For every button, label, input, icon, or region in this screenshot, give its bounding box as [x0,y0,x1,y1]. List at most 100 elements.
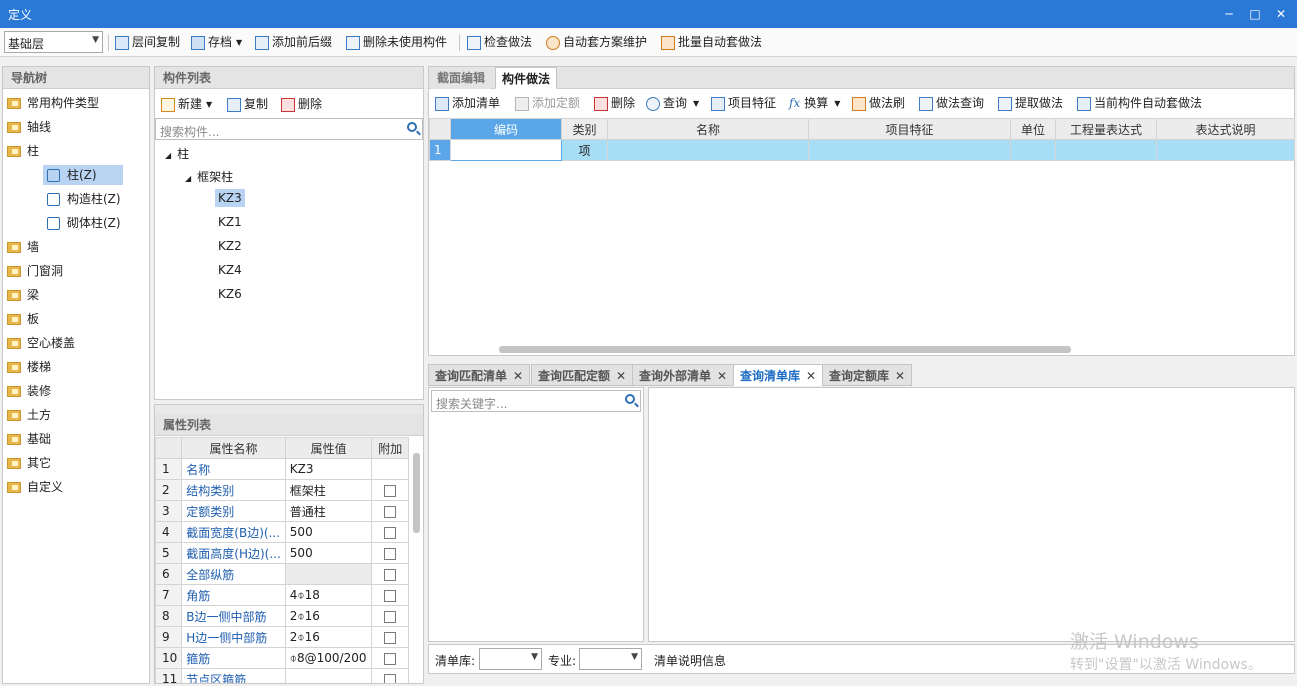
auto-apply-current-button[interactable]: 当前构件自动套做法 [1077,93,1202,114]
nav-item-hollow-floor[interactable]: 空心楼盖 [7,333,75,353]
auto-scheme-maintain-button[interactable]: 自动套方案维护 [546,32,647,53]
query-button[interactable]: 查询 ▼ [646,93,699,114]
nav-subitem-column[interactable]: 柱(Z) [43,165,123,185]
close-icon[interactable]: ✕ [895,369,905,383]
type-cell[interactable]: 项 [561,139,608,161]
property-row[interactable]: 10 箍筋 ⌽8@100/200 [155,647,409,669]
tab-quota-library[interactable]: 查询定额库 ✕ [822,364,913,386]
extra-checkbox[interactable] [384,526,397,539]
prop-value[interactable]: 4⌽18 [284,584,373,606]
add-bill-button[interactable]: 添加清单 [435,93,500,114]
item-feature-button[interactable]: 项目特征 [711,93,776,114]
close-icon[interactable]: ✕ [806,369,816,383]
property-row[interactable]: 8 B边一侧中部筋 2⌽16 [155,605,409,627]
delete-unused-button[interactable]: 删除未使用构件 [346,32,447,53]
extra-checkbox[interactable] [384,505,397,518]
copy-between-floors-button[interactable]: 层间复制 [115,32,180,53]
nav-item-common[interactable]: 常用构件类型 [7,93,99,113]
nav-item-stairs[interactable]: 楼梯 [7,357,51,377]
nav-subitem-masonry-column[interactable]: 砌体柱(Z) [47,213,121,233]
extra-checkbox[interactable] [384,589,397,602]
name-cell[interactable] [607,139,809,161]
nav-item-axis[interactable]: 轴线 [7,117,51,137]
expression-cell[interactable] [1055,139,1157,161]
prop-value[interactable] [284,563,373,585]
unit-cell[interactable] [1010,139,1056,161]
delete-component-button[interactable]: 删除 [281,94,322,115]
extract-method-button[interactable]: 提取做法 [998,93,1063,114]
nav-item-custom[interactable]: 自定义 [7,477,63,497]
nav-item-earthwork[interactable]: 土方 [7,405,51,425]
convert-button[interactable]: fx 换算 ▼ [789,93,840,114]
nav-item-other[interactable]: 其它 [7,453,51,473]
property-row[interactable]: 2 结构类别 框架柱 [155,479,409,501]
close-icon[interactable]: ✕ [513,369,523,383]
extra-checkbox[interactable] [384,631,397,644]
extra-checkbox[interactable] [384,673,397,683]
panel-splitter[interactable] [155,405,423,414]
property-row[interactable]: 1 名称 KZ3 [155,458,409,480]
prop-value[interactable]: 500 [284,521,373,543]
expression-desc-cell[interactable] [1156,139,1295,161]
tab-component-method[interactable]: 构件做法 [495,67,558,89]
tree-item-kz4[interactable]: KZ4 [218,263,242,277]
prop-value[interactable]: KZ3 [284,458,373,480]
method-brush-button[interactable]: 做法刷 [852,93,905,114]
close-icon[interactable]: ✕ [717,369,727,383]
nav-item-openings[interactable]: 门窗洞 [7,261,63,281]
tab-section-edit[interactable]: 截面编辑 [431,67,492,89]
extra-checkbox[interactable] [384,568,397,581]
property-row[interactable]: 5 截面高度(H边)(... 500 [155,542,409,564]
major-select[interactable]: ▼ [579,648,642,670]
tree-item-kz2[interactable]: KZ2 [218,239,242,253]
close-button[interactable]: ✕ [1269,3,1293,25]
minimize-button[interactable]: ─ [1217,3,1241,25]
tree-root[interactable]: ◢ 柱 [165,145,189,162]
delete-method-button[interactable]: 删除 [594,93,635,114]
property-row[interactable]: 11 节点区箍筋 [155,668,409,683]
bill-lib-select[interactable]: ▼ [479,648,542,670]
tab-match-quota[interactable]: 查询匹配定额 ✕ [531,364,634,386]
tree-item-kz6[interactable]: KZ6 [218,287,242,301]
prop-value[interactable] [284,668,373,683]
extra-checkbox[interactable] [384,547,397,560]
tab-match-bill[interactable]: 查询匹配清单 ✕ [428,364,531,386]
prop-value[interactable]: 框架柱 [284,479,373,501]
property-row[interactable]: 4 截面宽度(B边)(... 500 [155,521,409,543]
property-row[interactable]: 6 全部纵筋 [155,563,409,585]
method-hscrollbar[interactable] [499,346,1071,353]
keyword-search[interactable]: 搜索关键字... [431,390,641,412]
prop-value[interactable]: 2⌽16 [284,626,373,648]
nav-item-wall[interactable]: 墙 [7,237,39,257]
extra-checkbox[interactable] [384,484,397,497]
property-row[interactable]: 7 角筋 4⌽18 [155,584,409,606]
extra-checkbox[interactable] [384,652,397,665]
maximize-button[interactable]: □ [1243,3,1267,25]
save-button[interactable]: 存档 ▼ [191,32,242,53]
property-row[interactable]: 3 定额类别 普通柱 [155,500,409,522]
feature-cell[interactable] [808,139,1011,161]
code-cell[interactable] [450,139,562,161]
add-prefix-suffix-button[interactable]: 添加前后缀 [255,32,332,53]
nav-subitem-structural-column[interactable]: 构造柱(Z) [47,189,121,209]
tree-item-kz3[interactable]: KZ3 [215,189,245,207]
nav-item-slab[interactable]: 板 [7,309,39,329]
tree-group[interactable]: ◢ 框架柱 [185,168,233,185]
property-scrollbar[interactable] [413,453,420,533]
check-method-button[interactable]: 检查做法 [467,32,532,53]
copy-component-button[interactable]: 复制 [227,94,268,115]
nav-item-beam[interactable]: 梁 [7,285,39,305]
layer-select[interactable]: 基础层 ▼ [4,31,103,53]
tree-item-kz1[interactable]: KZ1 [218,215,242,229]
method-row[interactable]: 1 项 [429,139,1295,161]
tab-external-bill[interactable]: 查询外部清单 ✕ [632,364,735,386]
add-quota-button[interactable]: 添加定额 [515,93,580,114]
method-query-button[interactable]: 做法查询 [919,93,984,114]
prop-value[interactable]: 500 [284,542,373,564]
property-row[interactable]: 9 H边一侧中部筋 2⌽16 [155,626,409,648]
prop-value[interactable]: 普通柱 [284,500,373,522]
batch-auto-apply-button[interactable]: 批量自动套做法 [661,32,762,53]
new-component-button[interactable]: 新建 ▼ [161,94,212,115]
nav-item-column[interactable]: 柱 [7,141,39,161]
tab-bill-library[interactable]: 查询清单库 ✕ [733,364,824,386]
